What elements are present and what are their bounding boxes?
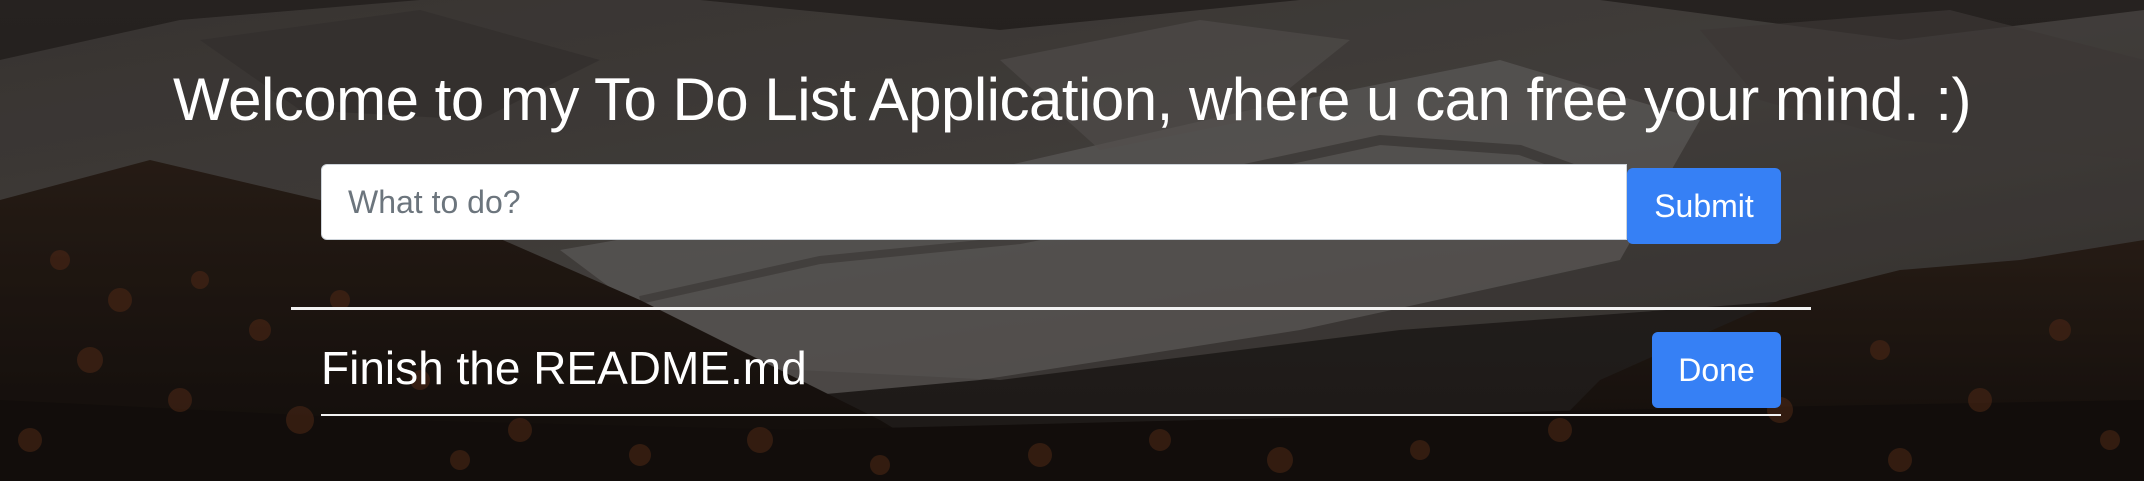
todo-list-item: Finish the README.md Done (321, 328, 1781, 408)
list-bottom-divider (321, 414, 1781, 416)
todo-form: Submit (321, 164, 1781, 244)
list-top-divider (291, 307, 1811, 310)
todo-item-text: Finish the README.md (321, 342, 807, 394)
submit-button[interactable]: Submit (1627, 168, 1781, 244)
page-title: Welcome to my To Do List Application, wh… (173, 66, 1971, 133)
done-button[interactable]: Done (1652, 332, 1781, 408)
todo-input[interactable] (321, 164, 1627, 240)
